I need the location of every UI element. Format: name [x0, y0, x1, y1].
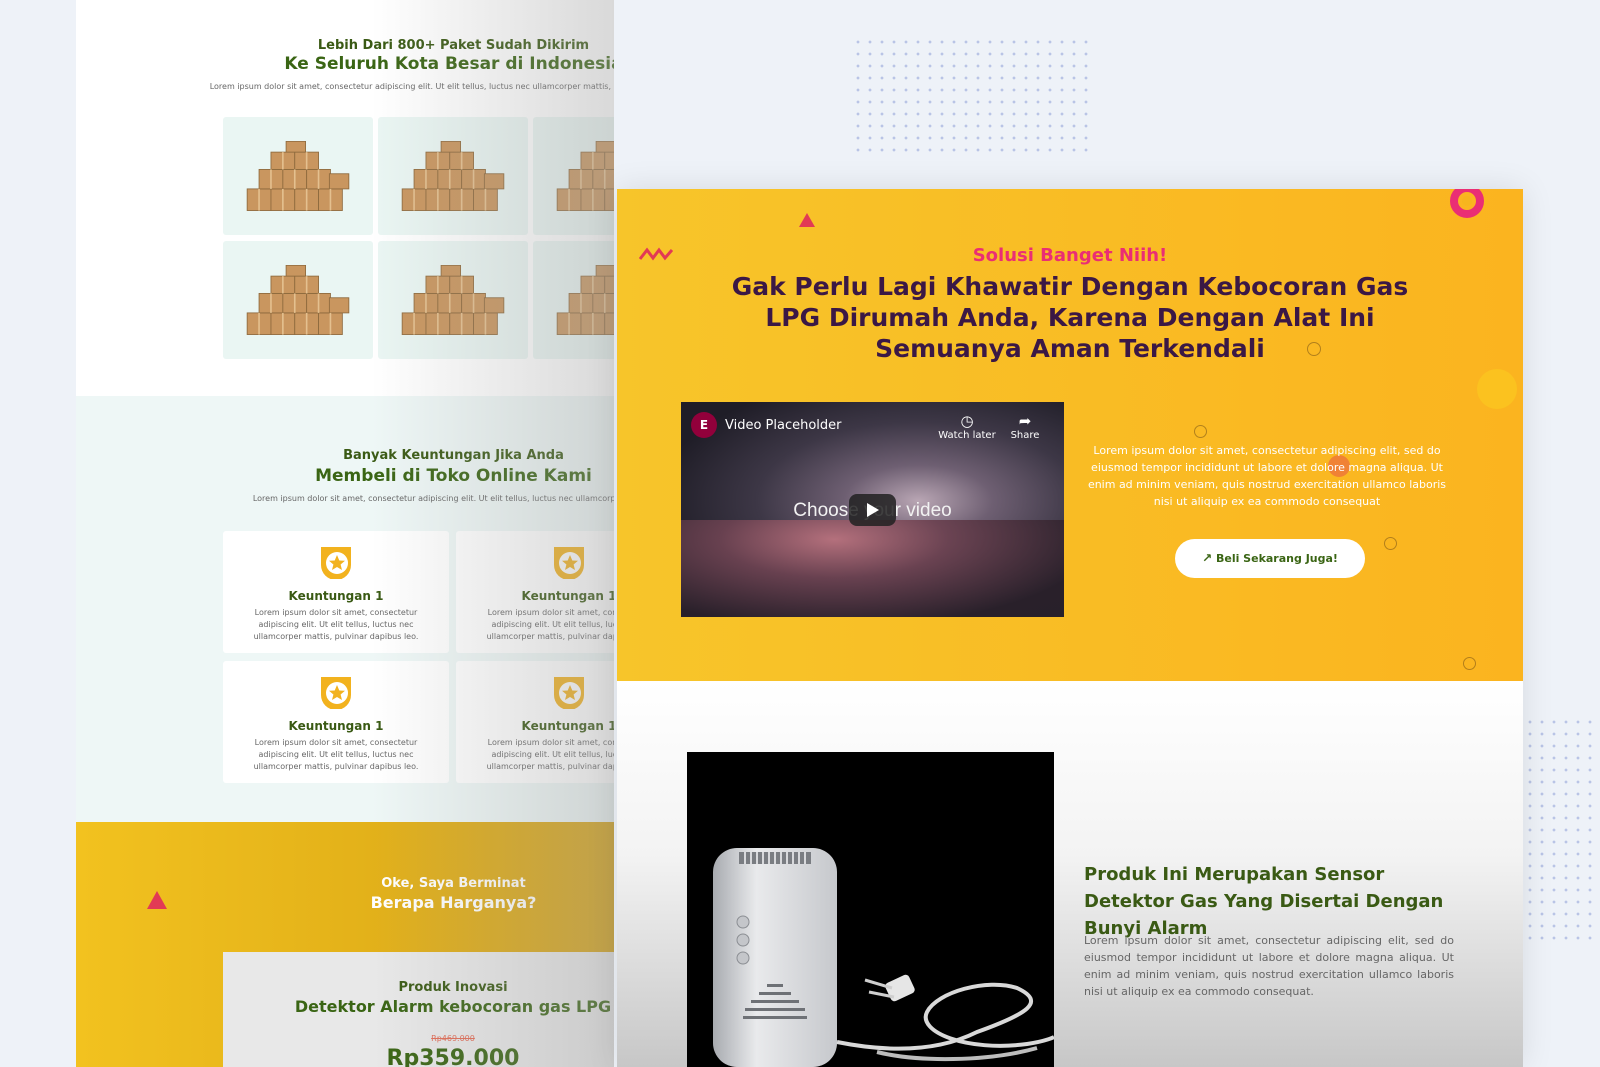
video-thumbnail-clouds: [681, 520, 1064, 617]
share-icon: ➦: [1018, 412, 1032, 430]
boxes-image-1: [223, 117, 373, 235]
ring-decor-icon: [1450, 189, 1484, 218]
benefits-desc: Lorem ipsum dolor sit amet, consectetur …: [252, 494, 614, 503]
hero-title: Gak Perlu Lagi Khawatir Dengan Kebocoran…: [731, 272, 1409, 363]
benefit-card-desc: Lorem ipsum dolor sit amet, consectetur …: [486, 738, 614, 771]
circle-decor: [1477, 369, 1517, 409]
shipping-desc: Lorem ipsum dolor sit amet, consectetur …: [209, 82, 614, 91]
benefits-section: Banyak Keuntungan Jika Anda Membeli di T…: [76, 396, 614, 822]
boxes-image-5: [378, 241, 528, 359]
benefit-card-desc: Lorem ipsum dolor sit amet, consectetur …: [253, 738, 419, 771]
cardboard-boxes-icon: [246, 141, 350, 212]
pricing-section: Oke, Saya Berminat Berapa Harganya? Prod…: [76, 822, 614, 1067]
circle-outline-decor: [1384, 537, 1397, 550]
benefit-card: Keuntungan 1 Lorem ipsum dolor sit amet,…: [223, 531, 449, 653]
cardboard-boxes-icon: [556, 265, 614, 336]
buy-now-button[interactable]: ↗ Beli Sekarang Juga!: [1175, 539, 1365, 578]
star-badge-icon: [321, 677, 351, 709]
benefit-card: Keuntungan 1 Lorem ipsum dolor sit amet,…: [456, 531, 614, 653]
play-icon[interactable]: [849, 494, 896, 526]
elementor-logo-icon: E: [691, 412, 717, 438]
share-label: Share: [1010, 430, 1040, 441]
benefit-card-title: Keuntungan 1: [521, 719, 614, 733]
share-button[interactable]: ➦ Share: [995, 412, 1055, 441]
boxes-image-6: [533, 241, 614, 359]
product-name: Detektor Alarm kebocoran gas LPG: [294, 997, 612, 1016]
price: Rp359.000: [386, 1046, 520, 1067]
boxes-image-3: [533, 117, 614, 235]
benefit-card: Keuntungan 1 Lorem ipsum dolor sit amet,…: [223, 661, 449, 783]
video-title: Video Placeholder: [725, 418, 842, 433]
benefits-title: Membeli di Toko Online Kami: [315, 466, 592, 486]
circle-outline-decor: [1463, 657, 1476, 670]
decor-dots-right: [1524, 716, 1600, 946]
product-label: Produk Inovasi: [398, 980, 508, 995]
pricing-subtitle: Oke, Saya Berminat: [381, 876, 526, 891]
product-title: Produk Ini Merupakan Sensor Detektor Gas…: [1084, 864, 1444, 939]
cardboard-boxes-icon: [401, 265, 505, 336]
watch-later-label: Watch later: [938, 430, 996, 441]
shipping-title: Ke Seluruh Kota Besar di Indonesia: [284, 54, 614, 74]
watch-later-button[interactable]: ◷ Watch later: [937, 412, 997, 441]
hero-section: Solusi Banget Niih! Gak Perlu Lagi Khawa…: [617, 189, 1523, 681]
benefit-card: Keuntungan 1 Lorem ipsum dolor sit amet,…: [456, 661, 614, 783]
shipping-subtitle: Lebih Dari 800+ Paket Sudah Dikirim: [317, 38, 590, 53]
buy-now-label: Beli Sekarang Juga!: [1215, 552, 1338, 565]
gas-detector-device-icon: [713, 848, 1054, 1067]
front-page-preview: Solusi Banget Niih! Gak Perlu Lagi Khawa…: [617, 189, 1523, 1067]
pricing-title: Berapa Harganya?: [370, 893, 537, 912]
star-badge-icon: [554, 677, 584, 709]
benefit-card-desc: Lorem ipsum dolor sit amet, consectetur …: [486, 608, 614, 641]
boxes-image-4: [223, 241, 373, 359]
decor-dots-top: [852, 36, 1092, 156]
shipping-section: Lebih Dari 800+ Paket Sudah Dikirim Ke S…: [76, 0, 614, 396]
star-badge-icon: [554, 547, 584, 579]
benefit-card-title: Keuntungan 1: [288, 719, 384, 733]
cardboard-boxes-icon: [246, 265, 350, 336]
external-link-icon: ↗: [1202, 551, 1213, 565]
benefit-card-desc: Lorem ipsum dolor sit amet, consectetur …: [253, 608, 419, 641]
old-price: Rp469.000: [431, 1034, 475, 1043]
triangle-decor-icon: [799, 213, 815, 227]
hero-desc: Lorem ipsum dolor sit amet, consectetur …: [1087, 444, 1447, 508]
circle-outline-decor: [1194, 425, 1207, 438]
video-placeholder[interactable]: E Video Placeholder ◷ Watch later ➦ Shar…: [681, 402, 1064, 617]
cardboard-boxes-icon: [556, 141, 614, 212]
benefit-card-title: Keuntungan 1: [521, 589, 614, 603]
cardboard-boxes-icon: [401, 141, 505, 212]
product-desc: Lorem ipsum dolor sit amet, consectetur …: [1084, 934, 1454, 998]
boxes-image-2: [378, 117, 528, 235]
benefit-card-title: Keuntungan 1: [288, 589, 384, 603]
back-page-preview: Lebih Dari 800+ Paket Sudah Dikirim Ke S…: [76, 0, 614, 1067]
benefits-subtitle: Banyak Keuntungan Jika Anda: [343, 448, 564, 463]
hero-subtitle: Solusi Banget Niih!: [972, 245, 1168, 266]
product-image: [687, 752, 1054, 1067]
price-card: Produk Inovasi Detektor Alarm kebocoran …: [223, 952, 614, 1067]
star-badge-icon: [321, 547, 351, 579]
clock-icon: ◷: [960, 412, 974, 430]
